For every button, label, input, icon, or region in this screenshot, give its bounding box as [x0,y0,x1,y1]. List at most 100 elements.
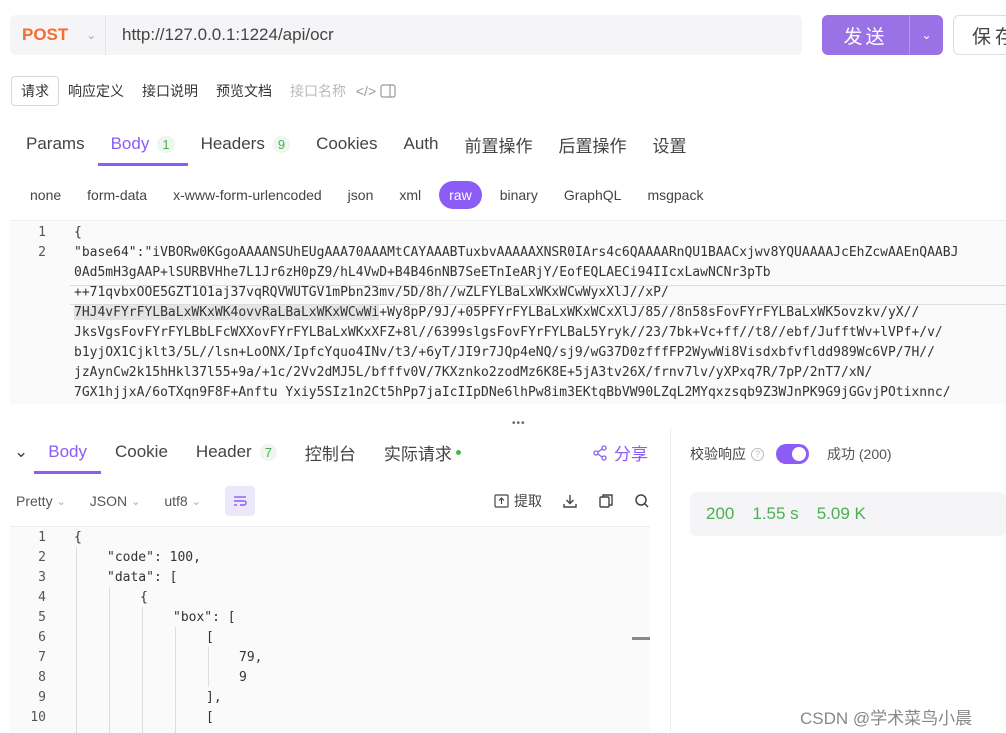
panel-layout-icon[interactable] [377,76,399,106]
subtab-api-docs[interactable]: 接口说明 [133,76,207,106]
code-line: 9 [239,670,247,685]
download-icon[interactable] [562,493,578,509]
extract-label: 提取 [514,493,542,509]
tab-settings[interactable]: 设置 [639,122,699,166]
tab-headers-badge: 9 [272,135,291,153]
code-icon[interactable]: </> [355,76,377,106]
chevron-down-icon: ⌄ [86,28,97,42]
body-type-selector: none form-data x-www-form-urlencoded jso… [17,180,716,210]
code-line: 7GX1hjjxA/6oTXqn9F8F+Anftu Yxiy5SIz1n2Ct… [74,385,951,400]
rtab-console[interactable]: 控制台 [291,430,370,474]
rtab-header[interactable]: Header 7 [182,430,291,474]
line-number: 1 [38,225,46,240]
body-type-graphql[interactable]: GraphQL [551,181,635,209]
body-type-xml[interactable]: xml [386,181,434,209]
code-text: +Wy8pP/9J/+05PFYrFYLBaLxWKxWCxXlJ/85//8n… [379,305,920,320]
verify-toggle[interactable] [776,444,809,464]
rtab-body-label: Body [48,442,87,461]
tab-settings-label: 设置 [652,136,687,156]
line-number: 2 [38,245,46,260]
tab-post-request[interactable]: 后置操作 [545,122,639,166]
encoding-label: utf8 [164,493,188,509]
line-number: 10 [30,710,46,725]
tab-pre-request[interactable]: 前置操作 [451,122,545,166]
line-number: 4 [38,590,46,605]
tab-auth[interactable]: Auth [390,122,451,166]
vertical-divider[interactable] [670,428,671,733]
response-stats: 200 1.55 s 5.09 K [690,492,1006,536]
share-label: 分享 [614,445,648,464]
drag-handle-icon[interactable]: ••• [512,418,526,429]
line-number: 7 [38,650,46,665]
response-body-viewer[interactable]: 1 2 3 4 5 6 7 8 9 10 { "code": 100, "dat… [10,526,650,733]
copy-icon[interactable] [598,493,614,509]
code-line: "code": 100, [107,550,201,565]
encoding-select[interactable]: utf8 ⌄ [164,493,201,509]
subtab-response-definition[interactable]: 响应定义 [59,76,133,106]
scrollbar-thumb[interactable] [632,637,650,640]
line-number: 5 [38,610,46,625]
body-type-form-data[interactable]: form-data [74,181,160,209]
tab-headers[interactable]: Headers 9 [188,122,304,166]
body-type-urlencoded[interactable]: x-www-form-urlencoded [160,181,335,209]
collapse-chevron-icon[interactable]: ⌄ [0,430,34,474]
method-select[interactable]: POST ⌄ [10,15,106,55]
send-button[interactable]: 发送 [822,15,910,55]
indent-guide [208,647,209,687]
format-select[interactable]: Pretty ⌄ [16,493,66,509]
code-line: 0Ad5mH3gAAP+lSURBVHhe7L1Jr6zH0pZ9/hL4VwD… [74,265,771,280]
tab-cookies[interactable]: Cookies [303,122,390,166]
save-button[interactable]: 保存 [953,15,1006,55]
url-input[interactable]: http://127.0.0.1:1224/api/ocr [106,25,334,45]
subtab-preview-docs[interactable]: 预览文档 [207,76,281,106]
tab-params-label: Params [26,134,85,153]
code-line: b1yjOX1Cjklt3/5L//lsn+LoONX/IpfcYquo4INv… [74,345,935,360]
chevron-down-icon: ⌄ [131,495,141,508]
rtab-body[interactable]: Body [34,430,101,474]
body-type-raw[interactable]: raw [439,181,482,209]
code-line: jzAynCw2k15hHkl37l55+9a/+1c/2Vv2dMJ5L/bf… [74,365,873,380]
line-number: 1 [38,530,46,545]
tab-post-request-label: 后置操作 [558,136,627,156]
extract-button[interactable]: 提取 [494,491,542,511]
verify-label: 校验响应 [690,446,746,462]
search-icon[interactable] [634,493,650,509]
line-number: 8 [38,670,46,685]
format-label: Pretty [16,493,53,509]
rtab-cookie[interactable]: Cookie [101,430,182,474]
response-actions: 提取 [494,484,650,518]
language-select[interactable]: JSON ⌄ [90,493,141,509]
body-type-binary[interactable]: binary [487,181,551,209]
tab-body-label: Body [110,134,150,153]
code-line: "data": [ [107,570,178,585]
tab-params[interactable]: Params [0,122,98,166]
wrap-lines-button[interactable] [224,486,255,516]
share-button[interactable]: 分享 [592,440,648,465]
code-line: { [140,590,148,605]
tab-body[interactable]: Body 1 [97,122,188,166]
tab-body-badge: 1 [157,135,175,153]
subtab-request[interactable]: 请求 [11,76,59,106]
tab-pre-request-label: 前置操作 [464,136,533,156]
code-line: ++71qvbxOOE5GZT1O1aj37vqRQVWUTGV1mPbn23m… [74,285,669,300]
code-line: 79, [239,650,263,665]
url-bar: POST ⌄ http://127.0.0.1:1224/api/ocr [10,15,802,55]
api-name-input[interactable]: 接口名称 [281,76,355,106]
response-size: 5.09 K [816,504,866,523]
help-icon[interactable]: ? [751,447,764,461]
verify-result: 成功 (200) [827,446,892,462]
send-button-group: 发送 ⌄ [822,15,943,55]
status-dot [455,449,461,455]
request-body-editor[interactable]: 1 2 { "base64":"iVBORw0KGgoAAAANSUhEUgAA… [10,220,1006,404]
extract-icon [494,494,509,508]
tab-cookies-label: Cookies [316,134,378,153]
send-dropdown-chevron-icon[interactable]: ⌄ [910,15,943,55]
body-type-json[interactable]: json [335,181,387,209]
pane-splitter[interactable]: ••• [0,418,1006,429]
body-type-none[interactable]: none [17,181,74,209]
selected-text: 7HJ4vFYrFYLBaLxWKxWK4ovvRaLBaLxWKxWCwWi [74,305,380,320]
rtab-actual-request[interactable]: 实际请求 [370,430,475,474]
chevron-down-icon: ⌄ [191,495,201,508]
indent-guide [109,587,110,733]
body-type-msgpack[interactable]: msgpack [634,181,716,209]
